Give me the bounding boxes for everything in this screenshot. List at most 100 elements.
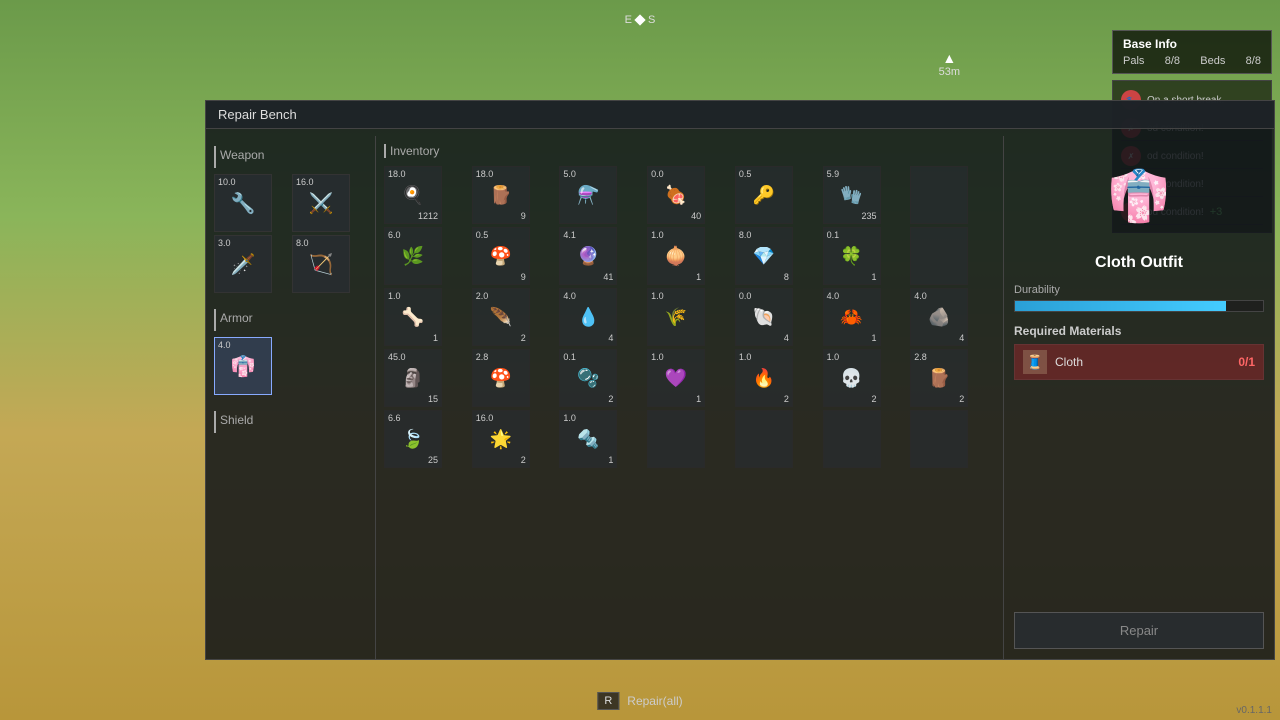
inv-slot-14[interactable]: 🦴 1.0 1: [384, 288, 442, 346]
inv-slot-13[interactable]: [910, 227, 968, 285]
inv-slot-6[interactable]: [910, 166, 968, 224]
inv-dur-28: 6.6: [388, 413, 401, 423]
inv-icon-25: 🔥: [753, 368, 775, 389]
inv-slot-30[interactable]: 🔩 1.0 1: [559, 410, 617, 468]
inv-slot-28[interactable]: 🍃 6.6 25: [384, 410, 442, 468]
weapon-category: Weapon 🔧 10.0 ⚔️ 16.0 🗡️ 3.0 🏹 8.0: [214, 146, 367, 293]
inv-dur-7: 6.0: [388, 230, 401, 240]
inv-icon-0: 🍳: [402, 185, 424, 206]
inv-slot-0[interactable]: 🍳 18.0 1212: [384, 166, 442, 224]
inv-dur-15: 2.0: [476, 291, 489, 301]
bottom-hint: R Repair(all): [597, 692, 682, 710]
version-label: v0.1.1.1: [1236, 705, 1272, 716]
repair-button[interactable]: Repair: [1014, 612, 1264, 649]
inv-count-20: 4: [959, 333, 964, 343]
weapon-category-title: Weapon: [214, 146, 367, 168]
inv-slot-19[interactable]: 🦀 4.0 1: [823, 288, 881, 346]
inv-slot-4[interactable]: 🔑 0.5: [735, 166, 793, 224]
pals-value: 8/8: [1165, 55, 1180, 67]
inv-icon-28: 🍃: [402, 429, 424, 450]
inv-dur-19: 4.0: [827, 291, 840, 301]
inv-dur-9: 4.1: [563, 230, 576, 240]
inv-slot-26[interactable]: 💀 1.0 2: [823, 349, 881, 407]
inv-slot-29[interactable]: 🌟 16.0 2: [472, 410, 530, 468]
inv-icon-10: 🧅: [665, 246, 687, 267]
inv-icon-22: 🍄: [489, 368, 511, 389]
inv-slot-32[interactable]: [735, 410, 793, 468]
inv-slot-7[interactable]: 🌿 6.0: [384, 227, 442, 285]
inv-icon-8: 🍄: [489, 246, 511, 267]
inv-icon-1: 🪵: [489, 185, 511, 206]
inv-slot-22[interactable]: 🍄 2.8: [472, 349, 530, 407]
inv-slot-16[interactable]: 💧 4.0 4: [559, 288, 617, 346]
inv-icon-21: 🗿: [402, 368, 424, 389]
inv-dur-3: 0.0: [651, 169, 664, 179]
inv-icon-12: 🍀: [840, 246, 862, 267]
inv-count-27: 2: [959, 394, 964, 404]
weapon-slot-2[interactable]: 🗡️ 3.0: [214, 235, 272, 293]
inv-count-8: 9: [521, 272, 526, 282]
armor-slot-0[interactable]: 👘 4.0: [214, 337, 272, 395]
inv-slot-10[interactable]: 🧅 1.0 1: [647, 227, 705, 285]
inv-dur-1: 18.0: [476, 169, 494, 179]
inv-icon-26: 💀: [840, 368, 862, 389]
inv-slot-31[interactable]: [647, 410, 705, 468]
inv-slot-18[interactable]: 🐚 0.0 4: [735, 288, 793, 346]
inv-slot-1[interactable]: 🪵 18.0 9: [472, 166, 530, 224]
inv-slot-24[interactable]: 💜 1.0 1: [647, 349, 705, 407]
inv-count-5: 235: [862, 211, 877, 221]
inv-icon-2: ⚗️: [577, 185, 599, 206]
weapon-slot-1[interactable]: ⚔️ 16.0: [292, 174, 350, 232]
inv-slot-25[interactable]: 🔥 1.0 2: [735, 349, 793, 407]
weapon-icon-3: 🏹: [309, 252, 334, 277]
beds-label: Beds: [1200, 55, 1225, 67]
cloth-count: 0/1: [1238, 355, 1255, 369]
inv-icon-24: 💜: [665, 368, 687, 389]
inv-count-1: 9: [521, 211, 526, 221]
inv-dur-5: 5.9: [827, 169, 840, 179]
inv-slot-17[interactable]: 🌾 1.0: [647, 288, 705, 346]
inv-dur-27: 2.8: [914, 352, 927, 362]
inv-slot-21[interactable]: 🗿 45.0 15: [384, 349, 442, 407]
required-materials-section: Required Materials 🧵 Cloth 0/1: [1014, 324, 1264, 383]
inv-slot-20[interactable]: 🪨 4.0 4: [910, 288, 968, 346]
detail-panel: 👘 Cloth Outfit Durability Required Mater…: [1004, 136, 1274, 659]
inv-count-30: 1: [608, 455, 613, 465]
armor-category-title: Armor: [214, 309, 367, 331]
inv-slot-9[interactable]: 🔮 4.1 41: [559, 227, 617, 285]
inv-icon-30: 🔩: [577, 429, 599, 450]
inv-count-28: 25: [428, 455, 438, 465]
material-item-cloth: 🧵 Cloth 0/1: [1014, 344, 1264, 380]
inv-slot-8[interactable]: 🍄 0.5 9: [472, 227, 530, 285]
inv-slot-27[interactable]: 🪵 2.8 2: [910, 349, 968, 407]
weapon-slot-3[interactable]: 🏹 8.0: [292, 235, 350, 293]
inv-count-29: 2: [521, 455, 526, 465]
item-name-label: Cloth Outfit: [1095, 254, 1183, 272]
inv-dur-18: 0.0: [739, 291, 752, 301]
inventory-grid: 🍳 18.0 1212 🪵 18.0 9 ⚗️ 5.0 🍖 0.0 40 🔑: [384, 166, 995, 468]
inv-icon-27: 🪵: [928, 368, 950, 389]
inv-dur-0: 18.0: [388, 169, 406, 179]
inv-dur-23: 0.1: [563, 352, 576, 362]
inv-dur-21: 45.0: [388, 352, 406, 362]
inv-dur-12: 0.1: [827, 230, 840, 240]
inv-dur-24: 1.0: [651, 352, 664, 362]
weapon-slot-0[interactable]: 🔧 10.0: [214, 174, 272, 232]
repair-key-badge: R: [597, 692, 619, 710]
inv-icon-19: 🦀: [840, 307, 862, 328]
inv-icon-16: 💧: [577, 307, 599, 328]
inv-dur-25: 1.0: [739, 352, 752, 362]
inv-slot-2[interactable]: ⚗️ 5.0: [559, 166, 617, 224]
inv-slot-23[interactable]: 🫧 0.1 2: [559, 349, 617, 407]
inventory-title: Inventory: [384, 144, 995, 158]
inv-slot-33[interactable]: [823, 410, 881, 468]
inv-slot-5[interactable]: 🧤 5.9 235: [823, 166, 881, 224]
inv-slot-34[interactable]: [910, 410, 968, 468]
durability-bar-fill: [1015, 301, 1226, 311]
inv-count-18: 4: [784, 333, 789, 343]
nav-distance-label: 53m: [939, 66, 960, 78]
inv-slot-11[interactable]: 💎 8.0 8: [735, 227, 793, 285]
inv-slot-12[interactable]: 🍀 0.1 1: [823, 227, 881, 285]
inv-slot-3[interactable]: 🍖 0.0 40: [647, 166, 705, 224]
inv-slot-15[interactable]: 🪶 2.0 2: [472, 288, 530, 346]
